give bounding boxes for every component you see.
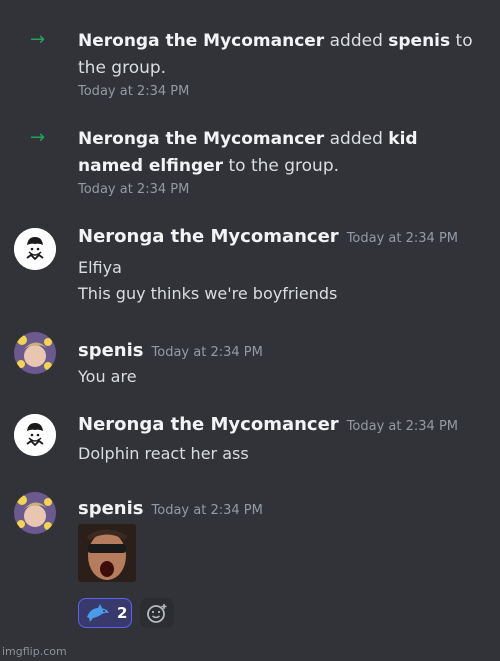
arrow-right-icon: →	[30, 29, 46, 50]
username[interactable]: spenis	[78, 340, 144, 361]
avatar[interactable]	[14, 332, 56, 374]
system-verb: added	[329, 129, 383, 149]
watermark: imgflip.com	[2, 645, 67, 658]
message-line: This guy thinks we're boyfriends	[78, 284, 338, 303]
message-line: You are	[78, 367, 137, 386]
timestamp: Today at 2:34 PM	[151, 503, 263, 518]
timestamp: Today at 2:34 PM	[151, 345, 263, 360]
dolphin-icon	[87, 604, 109, 622]
actor-name[interactable]: Neronga the Mycomancer	[78, 31, 324, 51]
username[interactable]: spenis	[78, 498, 144, 519]
message-spenis-2: spenis Today at 2:34 PM 2	[0, 492, 500, 638]
timestamp: Today at 2:34 PM	[78, 84, 190, 99]
username[interactable]: Neronga the Mycomancer	[78, 226, 339, 247]
system-message-add-spenis: → Neronga the Mycomancer added spenis to…	[0, 28, 500, 108]
timestamp: Today at 2:34 PM	[346, 231, 458, 246]
message-header: Neronga the Mycomancer Today at 2:34 PM	[78, 226, 458, 247]
timestamp: Today at 2:34 PM	[78, 182, 190, 197]
image-attachment[interactable]	[78, 524, 136, 582]
flower-portrait-avatar-icon	[14, 332, 56, 374]
system-verb: added	[329, 31, 383, 51]
screaming-face-image	[78, 524, 136, 582]
message-header: spenis Today at 2:34 PM	[78, 340, 263, 361]
timestamp: Today at 2:34 PM	[346, 419, 458, 434]
add-reaction-icon	[147, 604, 167, 623]
message-line: Elfiya	[78, 258, 122, 277]
mushroom-avatar-icon	[14, 228, 56, 270]
message-spenis-1: spenis Today at 2:34 PM You are	[0, 332, 500, 390]
message-neronga-2: Neronga the Mycomancer Today at 2:34 PM D…	[0, 414, 500, 474]
message-header: spenis Today at 2:34 PM	[78, 498, 263, 519]
dolphin-reaction[interactable]: 2	[78, 598, 132, 628]
avatar[interactable]	[14, 492, 56, 534]
username[interactable]: Neronga the Mycomancer	[78, 414, 339, 435]
message-line: Dolphin react her ass	[78, 444, 249, 463]
actor-name[interactable]: Neronga the Mycomancer	[78, 129, 324, 149]
system-message-text: Neronga the Mycomancer added spenis to t…	[78, 28, 478, 82]
arrow-right-icon: →	[30, 127, 46, 148]
system-message-add-elfinger: → Neronga the Mycomancer added kid named…	[0, 126, 500, 206]
system-suffix: to the group.	[228, 156, 340, 176]
avatar[interactable]	[14, 414, 56, 456]
avatar[interactable]	[14, 228, 56, 270]
add-reaction-button[interactable]	[140, 598, 174, 628]
target-name[interactable]: spenis	[388, 31, 450, 51]
message-header: Neronga the Mycomancer Today at 2:34 PM	[78, 414, 458, 435]
message-neronga-1: Neronga the Mycomancer Today at 2:34 PM E…	[0, 226, 500, 306]
reaction-count: 2	[117, 604, 128, 622]
system-message-text: Neronga the Mycomancer added kid named e…	[78, 126, 478, 180]
flower-portrait-avatar-icon	[14, 492, 56, 534]
mushroom-avatar-icon	[14, 414, 56, 456]
